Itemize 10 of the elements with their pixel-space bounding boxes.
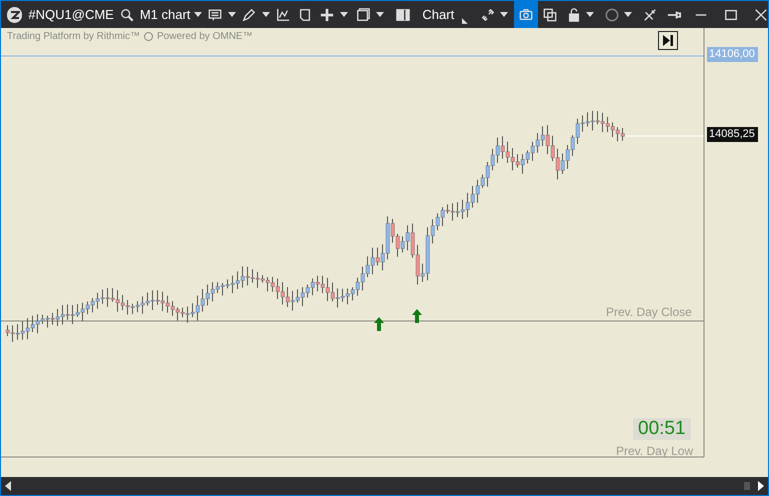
countdown-timer: 00:51	[633, 418, 691, 440]
credit-text: Trading Platform by Rithmic™	[7, 30, 140, 44]
layout-label[interactable]: Chart	[422, 4, 454, 24]
prev-day-low-label: Prev. Day Low	[616, 443, 694, 460]
symbol-label[interactable]: #NQU1@CME	[28, 4, 114, 24]
price-label: 14106,00	[707, 47, 758, 62]
price-label: 14085,25	[707, 127, 758, 142]
prev-day-close-label: Prev. Day Close	[606, 304, 692, 321]
credit-text: Powered by OMNE™	[157, 30, 253, 44]
timeframe-dropdown[interactable]: M1 chart	[140, 4, 190, 24]
